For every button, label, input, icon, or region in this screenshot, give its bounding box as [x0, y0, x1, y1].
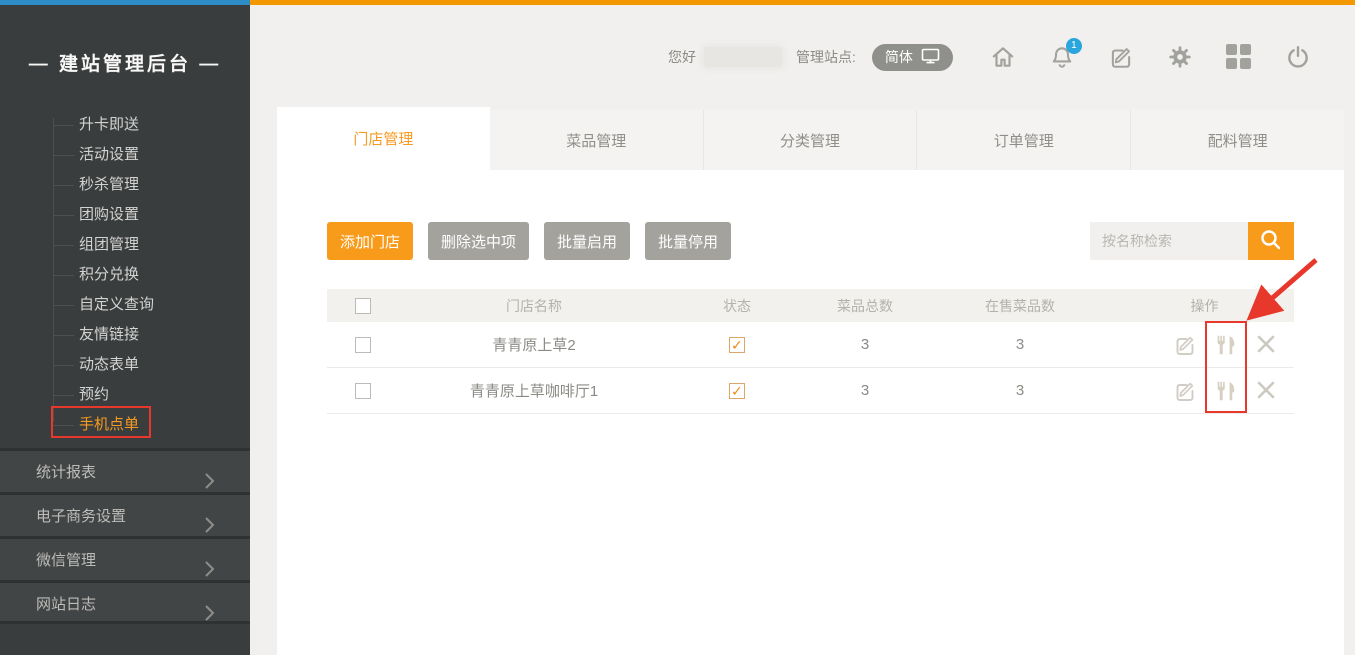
total-dishes-value: 3	[805, 382, 925, 399]
sidebar-item-points-exchange[interactable]: 积分兑换	[0, 260, 250, 290]
delete-selected-button[interactable]: 删除选中项	[428, 222, 529, 260]
table-row: 青青原上草2 3 3	[327, 322, 1294, 368]
app: { "app_title": "— 建站管理后台 —", "header": {…	[0, 0, 1355, 655]
main-panel: 添加门店 删除选中项 批量启用 批量停用 门店名称 状态 菜品总数 在售菜品数 …	[277, 170, 1344, 655]
total-dishes-value: 3	[805, 336, 925, 353]
tab-bar: 门店管理 菜品管理 分类管理 订单管理 配料管理	[277, 110, 1344, 170]
toolbar: 添加门店 删除选中项 批量启用 批量停用	[327, 222, 731, 260]
close-icon[interactable]	[1255, 379, 1279, 403]
fork-knife-icon[interactable]	[1214, 333, 1238, 357]
sidebar-item-dynamic-forms[interactable]: 动态表单	[0, 350, 250, 380]
tab-dish-management[interactable]: 菜品管理	[490, 110, 703, 170]
status-checkbox-checked[interactable]	[729, 337, 745, 353]
col-header-total-dishes: 菜品总数	[805, 296, 925, 316]
bell-icon[interactable]: 1	[1049, 44, 1075, 70]
sidebar-item-group-buy[interactable]: 团购设置	[0, 200, 250, 230]
col-header-status: 状态	[669, 296, 805, 316]
edit-icon[interactable]	[1173, 333, 1197, 357]
sidebar-section-statistics[interactable]: 统计报表	[0, 448, 250, 492]
managed-site-label: 管理站点:	[796, 47, 856, 67]
row-operations	[1115, 379, 1294, 403]
sidebar-section-site-logs[interactable]: 网站日志	[0, 580, 250, 624]
sidebar-item-custom-query[interactable]: 自定义查询	[0, 290, 250, 320]
app-logo-title: — 建站管理后台 —	[0, 5, 250, 105]
tab-store-management[interactable]: 门店管理	[277, 107, 490, 170]
chevron-right-icon	[202, 596, 216, 640]
site-switcher-label: 简体	[885, 47, 913, 67]
sidebar-item-reservation[interactable]: 预约	[0, 380, 250, 410]
close-icon[interactable]	[1255, 333, 1279, 357]
batch-enable-button[interactable]: 批量启用	[544, 222, 630, 260]
sidebar-section-wechat[interactable]: 微信管理	[0, 536, 250, 580]
home-icon[interactable]	[990, 44, 1016, 70]
add-store-button[interactable]: 添加门店	[327, 222, 413, 260]
sidebar: — 建站管理后台 — 升卡即送 活动设置 秒杀管理 团购设置 组团管理 积分兑换…	[0, 5, 250, 655]
store-name: 青青原上草2	[399, 334, 669, 355]
tab-category-management[interactable]: 分类管理	[703, 110, 917, 170]
greeting-label: 您好	[668, 47, 696, 67]
search-box	[1090, 222, 1294, 260]
search-input[interactable]	[1090, 222, 1248, 260]
monitor-icon	[921, 48, 940, 67]
col-header-store-name: 门店名称	[399, 296, 669, 316]
tab-ingredient-management[interactable]: 配料管理	[1130, 110, 1344, 170]
search-button[interactable]	[1248, 222, 1294, 260]
tab-order-management[interactable]: 订单管理	[916, 110, 1130, 170]
col-header-on-sale-dishes: 在售菜品数	[925, 296, 1115, 316]
top-header: 您好 管理站点: 简体 1	[668, 40, 1311, 74]
edit-icon[interactable]	[1173, 379, 1197, 403]
stores-table: 门店名称 状态 菜品总数 在售菜品数 操作 青青原上草2 3 3	[327, 289, 1294, 414]
site-switcher-pill[interactable]: 简体	[872, 44, 953, 71]
sidebar-item-mobile-ordering[interactable]: 手机点单	[0, 410, 250, 440]
power-icon[interactable]	[1285, 44, 1311, 70]
sidebar-item-activity-settings[interactable]: 活动设置	[0, 140, 250, 170]
magnifier-icon	[1258, 227, 1284, 256]
edit-icon[interactable]	[1108, 44, 1134, 70]
row-checkbox[interactable]	[355, 383, 371, 399]
username-redacted	[704, 47, 782, 67]
fork-knife-icon[interactable]	[1214, 379, 1238, 403]
sidebar-item-friend-links[interactable]: 友情链接	[0, 320, 250, 350]
select-all-checkbox[interactable]	[355, 298, 371, 314]
notification-badge: 1	[1066, 38, 1082, 54]
sidebar-item-card-gift[interactable]: 升卡即送	[0, 110, 250, 140]
topbar-orange-accent	[250, 0, 1355, 5]
on-sale-dishes-value: 3	[925, 382, 1115, 399]
sidebar-section-ecommerce[interactable]: 电子商务设置	[0, 492, 250, 536]
sidebar-menu: 升卡即送 活动设置 秒杀管理 团购设置 组团管理 积分兑换 自定义查询 友情链接…	[0, 110, 250, 440]
sidebar-sections: 统计报表 电子商务设置 微信管理 网站日志	[0, 448, 250, 624]
gear-icon[interactable]	[1167, 44, 1193, 70]
row-operations	[1115, 333, 1294, 357]
sidebar-item-flash-sale[interactable]: 秒杀管理	[0, 170, 250, 200]
grid-icon[interactable]	[1226, 44, 1252, 70]
batch-disable-button[interactable]: 批量停用	[645, 222, 731, 260]
sidebar-item-group-manage[interactable]: 组团管理	[0, 230, 250, 260]
on-sale-dishes-value: 3	[925, 336, 1115, 353]
col-header-operations: 操作	[1115, 296, 1294, 316]
row-checkbox[interactable]	[355, 337, 371, 353]
table-header-row: 门店名称 状态 菜品总数 在售菜品数 操作	[327, 289, 1294, 322]
status-checkbox-checked[interactable]	[729, 383, 745, 399]
table-row: 青青原上草咖啡厅1 3 3	[327, 368, 1294, 414]
store-name: 青青原上草咖啡厅1	[399, 380, 669, 401]
